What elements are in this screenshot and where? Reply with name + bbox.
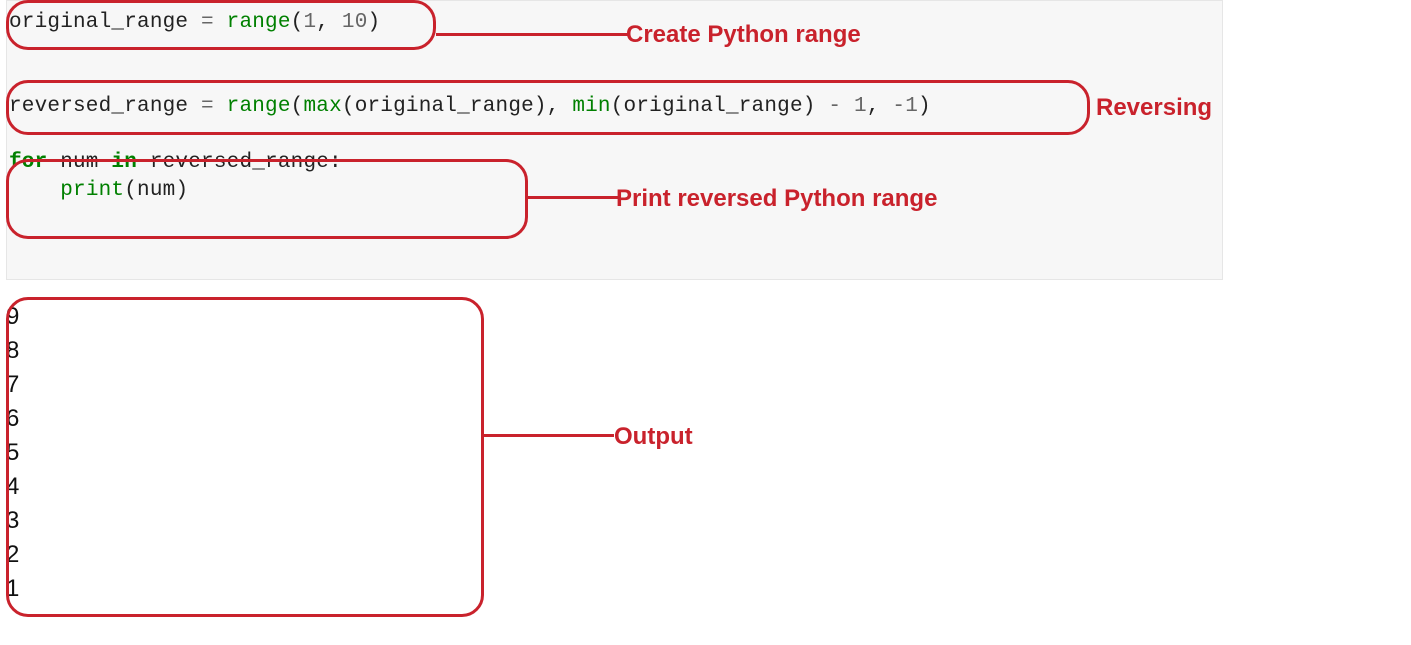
- connector-print: [528, 196, 618, 199]
- label-output: Output: [614, 423, 693, 451]
- callout-print: [6, 159, 528, 239]
- diagram-container: original_range = range(1, 10) reversed_r…: [0, 0, 1411, 645]
- callout-output: [6, 297, 484, 617]
- label-print: Print reversed Python range: [616, 185, 937, 213]
- callout-create-range: [6, 0, 436, 50]
- label-create-range: Create Python range: [626, 21, 861, 49]
- callout-reversing: [6, 80, 1090, 135]
- label-reversing: Reversing: [1096, 94, 1212, 122]
- connector-create-range: [436, 33, 629, 36]
- connector-output: [484, 434, 614, 437]
